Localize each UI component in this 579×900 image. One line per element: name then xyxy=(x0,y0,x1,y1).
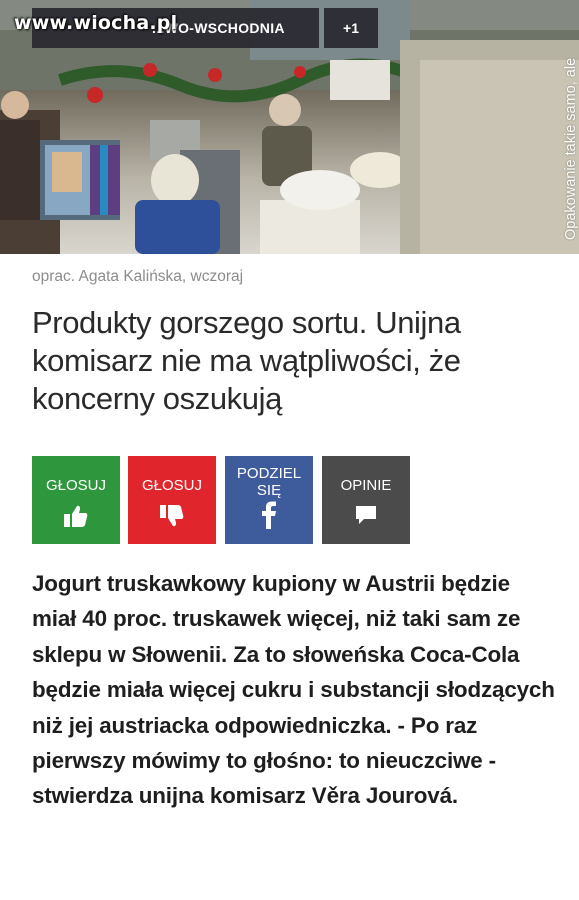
hero-image: ...WO-WSCHODNIA +1 www.wiocha.pl Opakowa… xyxy=(0,0,579,254)
comments-button[interactable]: OPINIE xyxy=(322,456,410,544)
article-actions: GŁOSUJ GŁOSUJ PODZIEL SIĘ OPINIE xyxy=(32,456,412,544)
photo-caption-wrap: Opakowanie takie samo, ale zawartość inn… xyxy=(413,0,579,254)
thumbs-up-icon xyxy=(63,504,89,533)
share-label: PODZIEL SIĘ xyxy=(236,465,302,499)
vote-up-button[interactable]: GŁOSUJ xyxy=(32,456,120,544)
vote-down-button[interactable]: GŁOSUJ xyxy=(128,456,216,544)
photo-caption: Opakowanie takie samo, ale zawartość inn… xyxy=(563,57,579,240)
article-lead: Jogurt truskawkowy kupiony w Austrii będ… xyxy=(32,571,555,809)
photo-count-badge[interactable]: +1 xyxy=(324,8,378,48)
vote-down-label: GŁOSUJ xyxy=(141,477,202,494)
site-watermark: www.wiocha.pl xyxy=(14,12,178,34)
vote-up-label: GŁOSUJ xyxy=(45,477,106,494)
article-byline: oprac. Agata Kalińska, wczoraj xyxy=(32,268,244,285)
comment-icon xyxy=(354,504,378,531)
facebook-icon xyxy=(261,501,277,534)
article-headline: Produkty gorszego sortu. Unijna komisarz… xyxy=(32,305,461,416)
share-facebook-button[interactable]: PODZIEL SIĘ xyxy=(225,456,313,544)
thumbs-down-icon xyxy=(159,504,185,533)
comments-label: OPINIE xyxy=(340,477,392,494)
